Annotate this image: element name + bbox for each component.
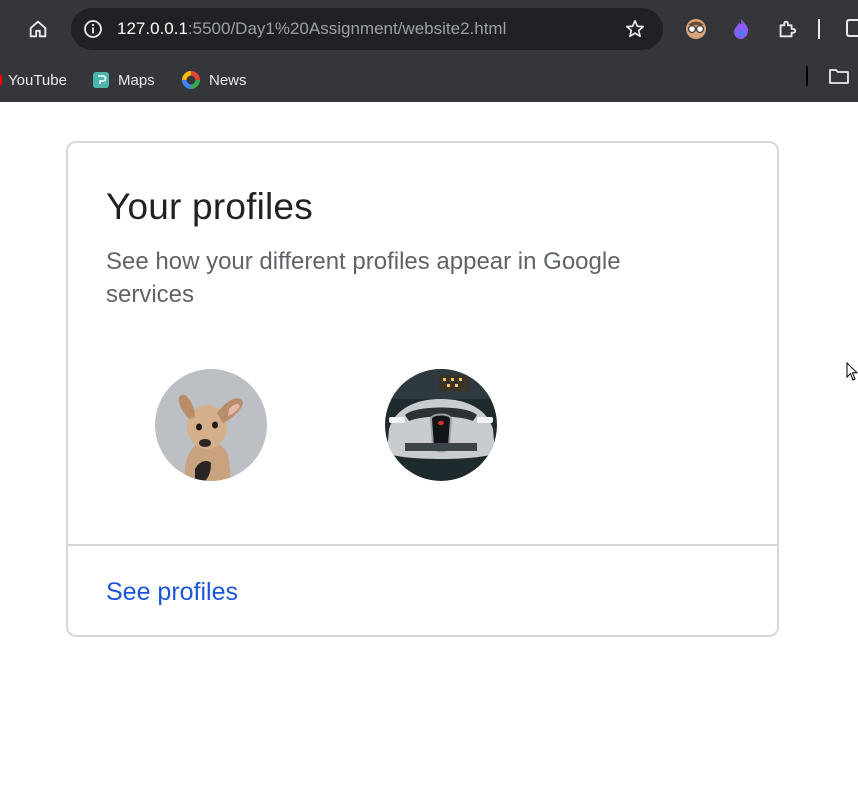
- site-info-icon[interactable]: [81, 17, 105, 41]
- extension-flame-icon[interactable]: [729, 17, 753, 41]
- browser-toolbar: 127.0.0.1:5500/Day1%20Assignment/website…: [0, 0, 858, 58]
- home-icon: [29, 20, 47, 38]
- card-subtitle: See how your different profiles appear i…: [106, 248, 621, 308]
- url-path: :5500/Day1%20Assignment/website2.html: [187, 19, 507, 38]
- youtube-icon: [0, 74, 2, 86]
- bookmark-label: News: [209, 71, 247, 89]
- bookmark-star-icon[interactable]: [623, 17, 647, 41]
- profile-avatar-car[interactable]: [385, 369, 497, 481]
- dog-photo: [155, 369, 267, 481]
- mouse-cursor-icon: [846, 362, 858, 381]
- bookmark-news[interactable]: News: [181, 66, 247, 94]
- url-text[interactable]: 127.0.0.1:5500/Day1%20Assignment/website…: [117, 19, 506, 39]
- bookmark-maps[interactable]: Maps: [92, 66, 155, 94]
- car-photo: [385, 369, 497, 481]
- profile-avatar-dog[interactable]: [155, 369, 267, 481]
- extension-avatar-icon[interactable]: [684, 17, 708, 41]
- side-panel-icon[interactable]: [846, 19, 858, 37]
- maps-icon: [93, 72, 109, 88]
- url-host: 127.0.0.1: [117, 19, 188, 38]
- toolbar-separator: [818, 19, 820, 39]
- bookmark-label: Maps: [118, 71, 155, 89]
- extensions-puzzle-icon[interactable]: [775, 17, 799, 41]
- folder-icon[interactable]: [828, 67, 850, 85]
- card-divider: [68, 544, 777, 546]
- news-icon: [182, 71, 200, 89]
- see-profiles-link[interactable]: See profiles: [106, 578, 238, 607]
- bookmark-youtube[interactable]: YouTube: [0, 66, 67, 94]
- address-bar[interactable]: 127.0.0.1:5500/Day1%20Assignment/website…: [71, 8, 663, 50]
- home-button[interactable]: [22, 13, 54, 45]
- bookmarks-bar: YouTube Maps News: [0, 58, 858, 102]
- bookmark-label: YouTube: [8, 71, 67, 89]
- bookmarks-separator: [806, 66, 808, 86]
- card-title: Your profiles: [106, 186, 313, 227]
- profiles-card: Your profiles See how your different pro…: [66, 141, 779, 637]
